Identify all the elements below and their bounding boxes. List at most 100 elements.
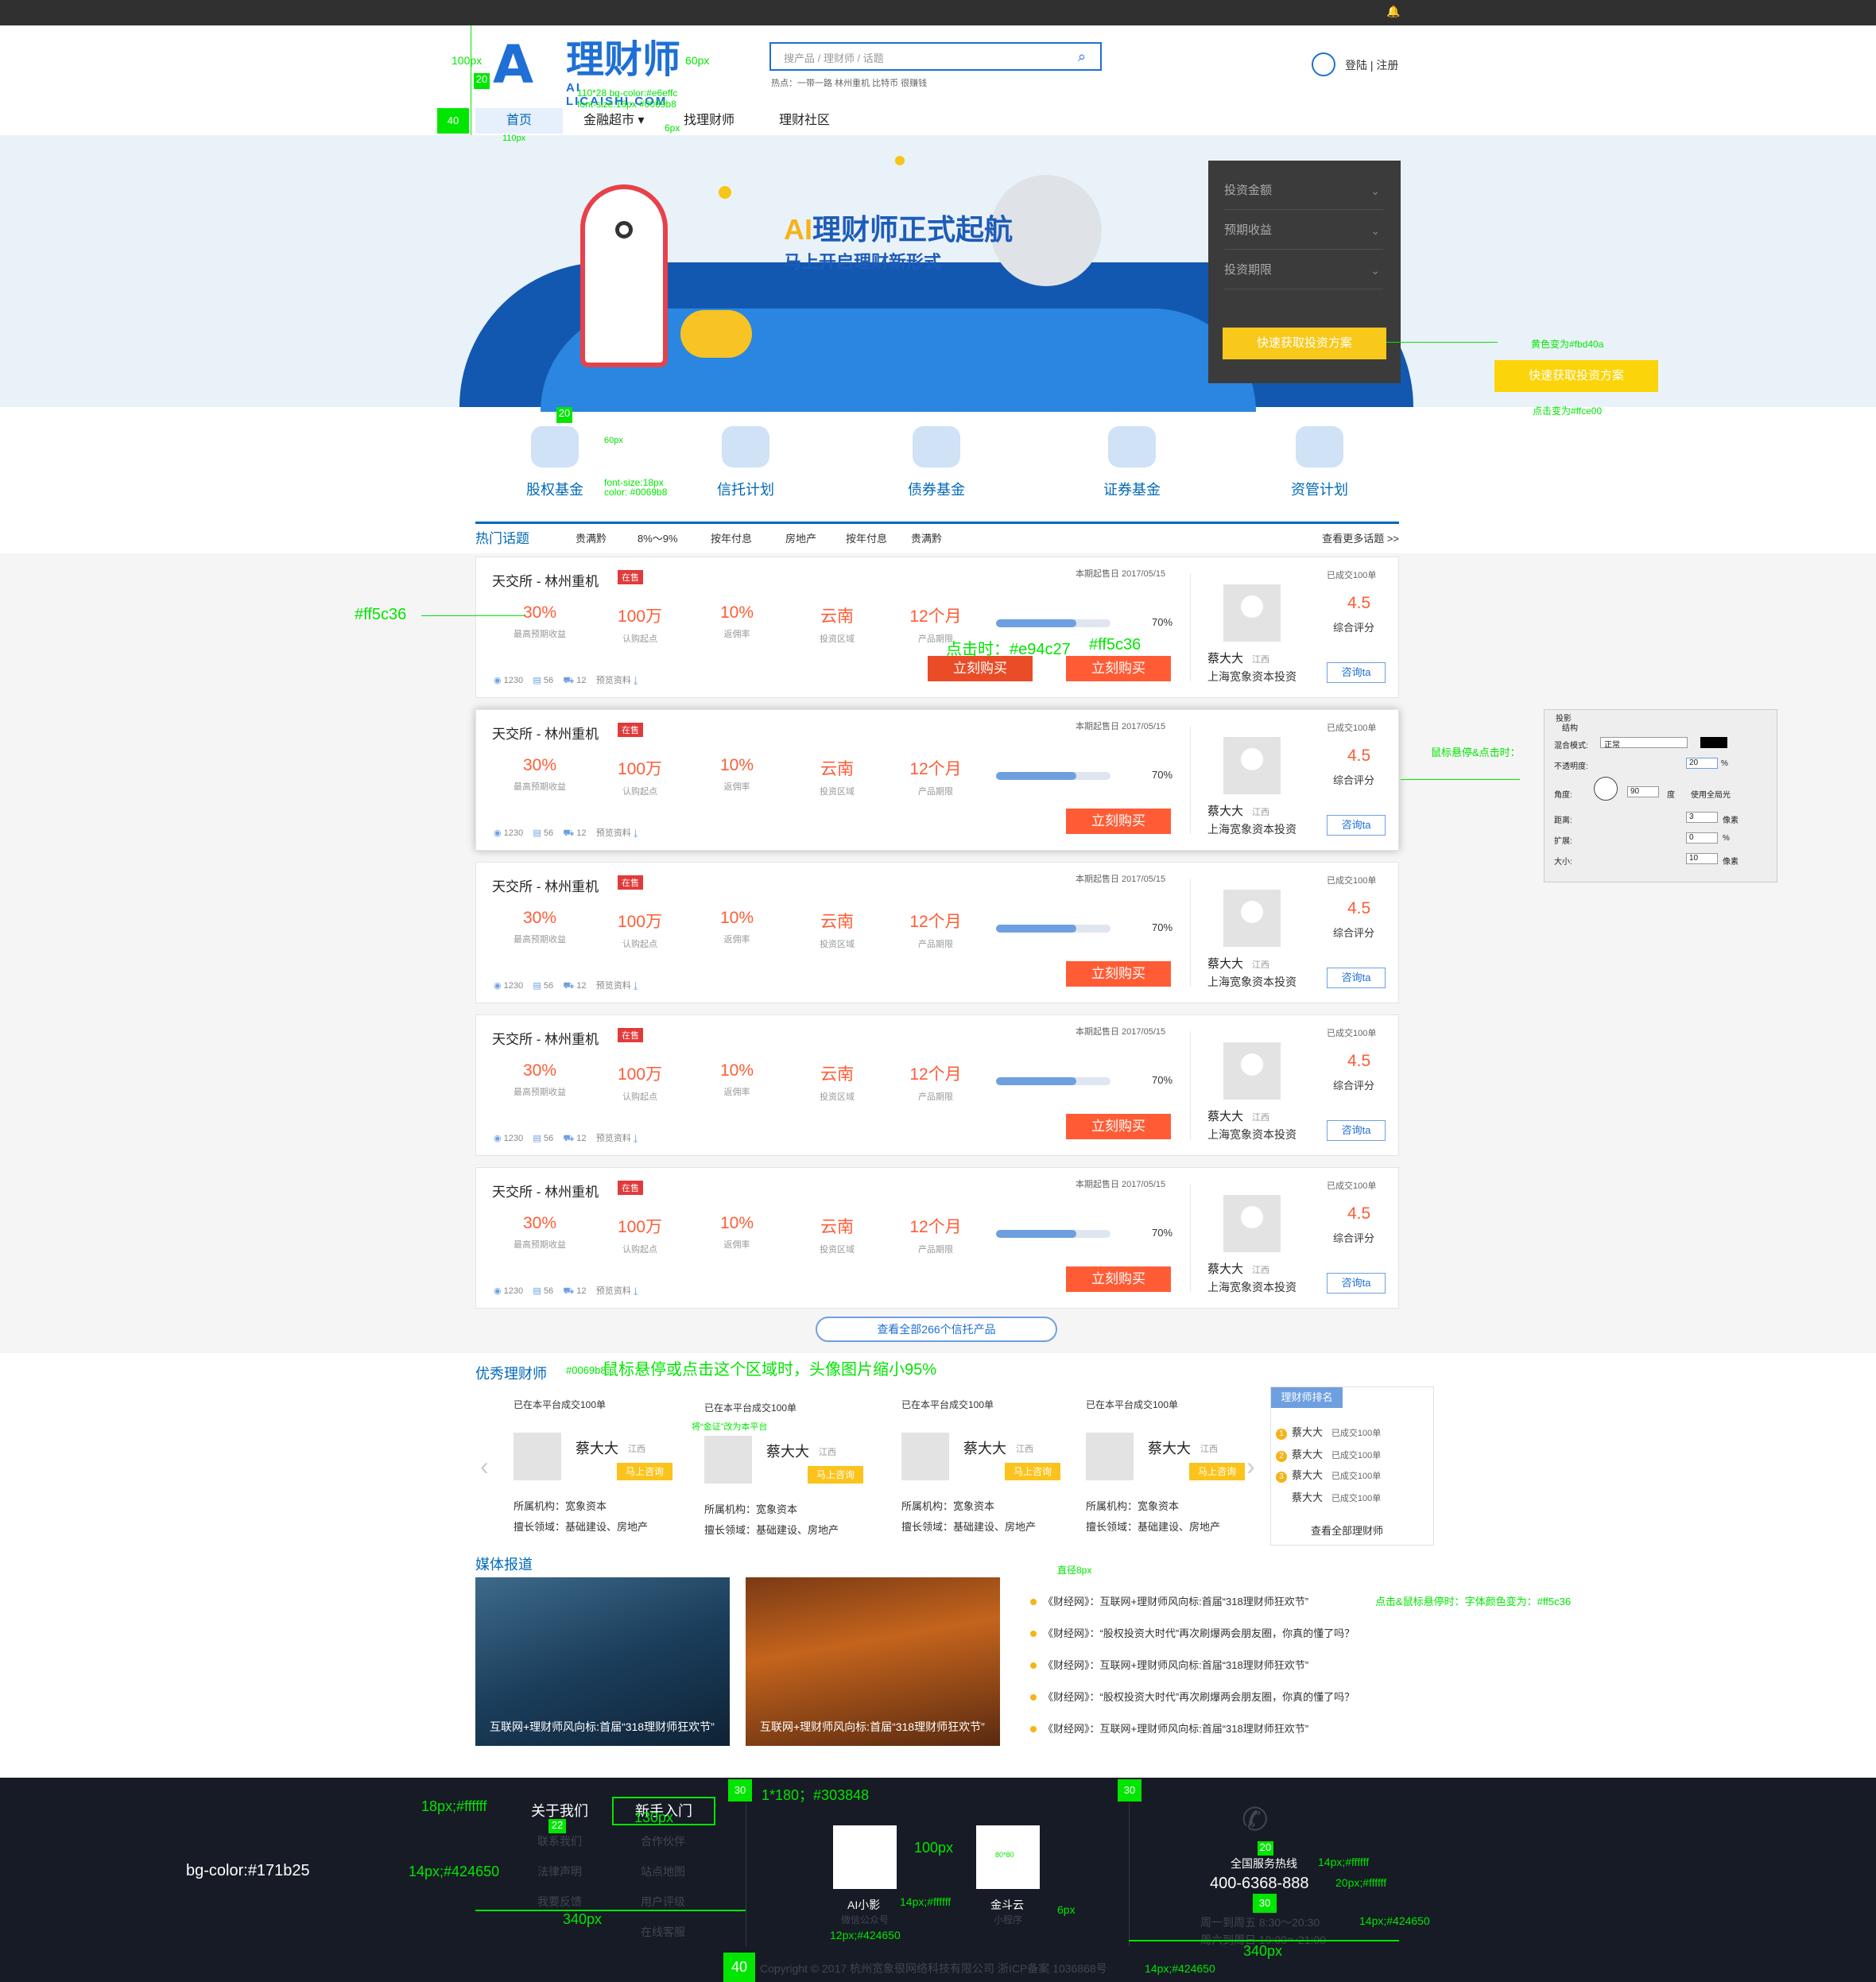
topic-tag[interactable]: 8%～9% (638, 528, 678, 550)
filter-return[interactable]: 预期收益 ⌄ (1224, 211, 1383, 250)
search-input[interactable]: 搜产品 / 理财师 / 话题 ⌕ (769, 42, 1102, 71)
product-card[interactable]: 天交所 - 林州重机 在售 本期起售日 2017/05/15 30% 最高预期收益 100… (475, 1167, 1399, 1309)
topic-tag[interactable]: 贵满黔 (576, 528, 607, 550)
filter-amount[interactable]: 投资金额 ⌄ (1224, 172, 1383, 210)
category-equity-fund[interactable]: 股权基金 (491, 426, 618, 502)
annotation: 60px (604, 436, 623, 445)
news-item[interactable]: 《财经网》：互联网+理财师风向标:首届“318理财师狂欢节” (1030, 1657, 1308, 1672)
product-title[interactable]: 天交所 - 林州重机 (492, 1181, 599, 1200)
logo[interactable]: A 理财师 AI LICAISHI.COM (493, 37, 684, 109)
product-card[interactable]: 天交所 - 林州重机 在售 本期起售日 2017/05/15 30% 最高预期收益 100… (475, 709, 1399, 851)
product-card[interactable]: 天交所 - 林州重机 在售 本期起售日 2017/05/15 30% 最高预期收益 100… (475, 862, 1399, 1003)
topic-tag[interactable]: 按年付息 (846, 528, 887, 550)
topic-tag[interactable]: 按年付息 (711, 528, 752, 550)
rank-row[interactable]: 2 蔡大大 已成交100单 (1276, 1446, 1381, 1462)
media-image-2[interactable]: 互联网+理财师风向标:首届“318理财师狂欢节” (746, 1577, 1000, 1746)
buy-button-clicked[interactable]: 立刻购买 (928, 656, 1033, 681)
footer-link[interactable]: 我要反馈 (537, 1894, 582, 1910)
consult-button[interactable]: 咨询ta (1327, 1273, 1386, 1294)
avatar[interactable] (1223, 737, 1281, 794)
buy-button[interactable]: 立刻购买 (1066, 961, 1171, 987)
topic-tag[interactable]: 房地产 (785, 528, 816, 550)
login-link[interactable]: 登陆 | 注册 (1345, 57, 1398, 73)
category-securities-fund[interactable]: 证券基金 (1068, 426, 1196, 502)
avatar[interactable] (1223, 584, 1281, 642)
more-topics-link[interactable]: 查看更多话题 >> (1322, 528, 1399, 550)
advisor-org: 上海宽象资本投资 (1207, 670, 1297, 683)
buy-button[interactable]: 立刻购买 (1066, 1114, 1171, 1139)
consult-now-button[interactable]: 马上咨询 (1005, 1463, 1060, 1480)
product-title[interactable]: 天交所 - 林州重机 (492, 723, 599, 743)
topic-tag[interactable]: 贵满黔 (911, 528, 942, 550)
consult-now-button[interactable]: 马上咨询 (808, 1466, 863, 1484)
consult-button[interactable]: 咨询ta (1327, 968, 1386, 988)
rank-row[interactable]: 3 蔡大大 已成交100单 (1276, 1467, 1381, 1483)
user-icon[interactable] (1312, 52, 1335, 76)
footer-link[interactable]: 在线客服 (641, 1924, 685, 1940)
advisor-card[interactable]: 已在本平台成交100单 蔡大大 江西 马上咨询 所属机构：宽象资本 擅长领域：基… (1086, 1393, 1277, 1544)
product-stat: 100万 认购起点 (617, 1218, 663, 1255)
avatar[interactable] (1223, 890, 1281, 947)
avatar[interactable] (1223, 1042, 1281, 1100)
card-divider (1190, 1184, 1191, 1292)
nav-market[interactable]: 金融超市 ▾ (583, 108, 644, 134)
footer-link[interactable]: 用户评级 (641, 1894, 685, 1910)
avatar[interactable] (1086, 1433, 1134, 1480)
product-title[interactable]: 天交所 - 林州重机 (492, 875, 599, 895)
footer-link[interactable]: 联系我们 (537, 1833, 582, 1849)
advisor-card[interactable]: 已在本平台成交100单 蔡大大 江西 马上咨询 所属机构：宽象资本 擅长领域：基… (901, 1393, 1092, 1544)
rank-row[interactable]: 1 蔡大大 已成交100单 (1276, 1424, 1381, 1440)
quick-plan-button[interactable]: 快速获取投资方案 (1223, 328, 1386, 359)
chevron-left-icon[interactable]: ‹ (480, 1452, 489, 1481)
consult-now-button[interactable]: 马上咨询 (617, 1463, 672, 1480)
news-item[interactable]: 《财经网》：互联网+理财师风向标:首届“318理财师狂欢节” (1030, 1720, 1308, 1736)
rank-row[interactable]: 蔡大大 已成交100单 (1292, 1489, 1381, 1504)
download-icon: ⤓ (633, 1134, 638, 1143)
filter-period[interactable]: 投资期限 ⌄ (1224, 251, 1383, 289)
product-title[interactable]: 天交所 - 林州重机 (492, 570, 599, 590)
product-card[interactable]: 天交所 - 林州重机 在售 本期起售日 2017/05/15 30% 最高预期收益 100… (475, 557, 1399, 698)
category-asset-mgmt[interactable]: 资管计划 (1256, 426, 1383, 502)
avatar[interactable] (704, 1436, 752, 1484)
footer-link[interactable]: 法律声明 (537, 1864, 582, 1879)
news-item[interactable]: 《财经网》：互联网+理财师风向标:首届“318理财师狂欢节” (1030, 1593, 1308, 1608)
avatar[interactable] (901, 1433, 949, 1480)
buy-button[interactable]: 立刻购买 (1066, 1266, 1171, 1292)
progress-text: 70% (1152, 1074, 1173, 1086)
media-image-1[interactable]: 互联网+理财师风向标:首届“318理财师狂欢节” (475, 1577, 730, 1746)
product-title[interactable]: 天交所 - 林州重机 (492, 1028, 599, 1048)
product-card[interactable]: 天交所 - 林州重机 在售 本期起售日 2017/05/15 30% 最高预期收益 100… (475, 1014, 1399, 1156)
product-stat: 12个月 产品期限 (909, 1065, 962, 1102)
footer-about[interactable]: 关于我们 (531, 1800, 588, 1821)
category-bond-fund[interactable]: 债券基金 (873, 426, 1000, 502)
annotation: 30 (728, 1779, 752, 1802)
progress-fill (996, 1077, 1076, 1085)
media-title: 媒体报道 (475, 1557, 533, 1573)
buy-button[interactable]: 立刻购买 (1066, 656, 1171, 681)
quick-plan-button-hover-sample[interactable]: 快速获取投资方案 (1494, 360, 1658, 392)
avatar[interactable] (1223, 1195, 1281, 1252)
qr-code-wechat (833, 1825, 897, 1889)
bell-icon[interactable]: 🔔 (1386, 6, 1400, 17)
nav-community[interactable]: 理财社区 (779, 108, 830, 134)
category-trust[interactable]: 信托计划 (682, 426, 809, 502)
footer-link[interactable]: 合作伙伴 (641, 1833, 685, 1849)
avatar[interactable] (514, 1433, 561, 1480)
nav-home[interactable]: 首页 (475, 108, 563, 134)
advisor-card[interactable]: 已在本平台成交100单 蔡大大 江西 马上咨询 所属机构：宽象资本 擅长领域：基… (514, 1393, 704, 1544)
consult-now-button[interactable]: 马上咨询 (1189, 1463, 1245, 1480)
search-icon[interactable]: ⌕ (1078, 48, 1086, 65)
status-badge: 在售 (618, 1181, 643, 1195)
advisor-card[interactable]: 已在本平台成交100单 蔡大大 江西 马上咨询 所属机构：宽象资本 擅长领域：基… (704, 1396, 895, 1547)
footer-link[interactable]: 站点地图 (641, 1864, 685, 1879)
consult-button[interactable]: 咨询ta (1327, 1120, 1386, 1141)
nav-find-advisor[interactable]: 找理财师 (684, 108, 735, 134)
chevron-down-icon: ⌄ (1370, 264, 1380, 277)
consult-button[interactable]: 咨询ta (1327, 815, 1386, 836)
consult-button[interactable]: 咨询ta (1327, 662, 1386, 683)
news-item[interactable]: 《财经网》：“股权投资大时代”再次刷爆两会朋友圈，你真的懂了吗？ (1030, 1689, 1355, 1704)
buy-button[interactable]: 立刻购买 (1066, 809, 1171, 834)
see-all-products-button[interactable]: 查看全部266个信托产品 (816, 1317, 1057, 1342)
news-item[interactable]: 《财经网》：“股权投资大时代”再次刷爆两会朋友圈，你真的懂了吗？ (1030, 1625, 1355, 1640)
all-advisors-link[interactable]: 查看全部理财师 (1311, 1522, 1383, 1538)
